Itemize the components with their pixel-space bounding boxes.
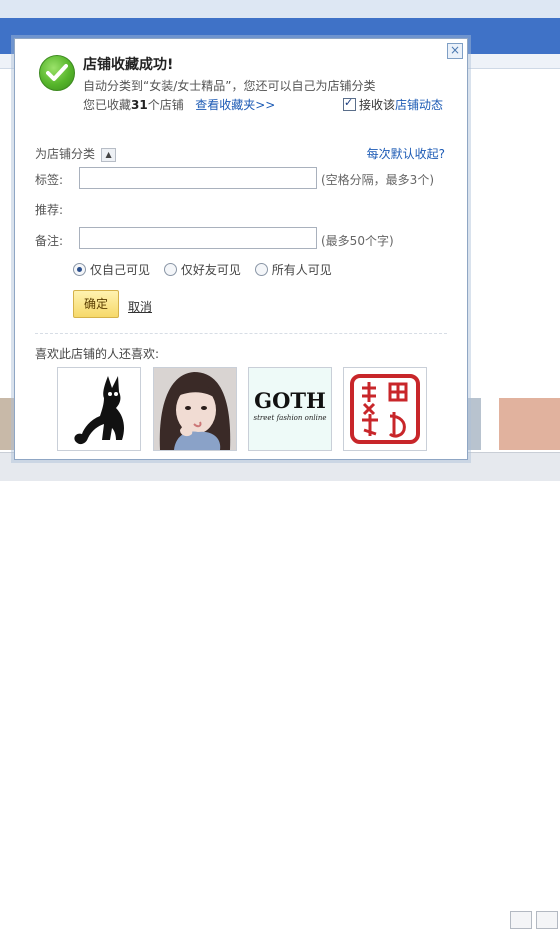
- subscribe-shop-updates[interactable]: 接收该店铺动态: [343, 96, 443, 113]
- note-hint: (最多50个字): [321, 234, 394, 248]
- tag-hint: (空格分隔，最多3个): [321, 173, 434, 187]
- visibility-option-self[interactable]: 仅自己可见: [73, 263, 150, 277]
- cancel-link[interactable]: 取消: [128, 298, 152, 315]
- note-input[interactable]: [79, 227, 317, 249]
- radio-button[interactable]: [254, 263, 268, 276]
- status-bar-button[interactable]: [510, 911, 532, 929]
- recommend-label: 推荐:: [35, 203, 64, 217]
- default-collapse-help-link[interactable]: 每次默认收起?: [367, 145, 445, 162]
- shop-updates-link[interactable]: 店铺动态: [395, 98, 443, 112]
- recommended-shop-2[interactable]: [153, 367, 237, 451]
- category-info-text: 自动分类到“女装/女士精品”，您还可以自己为店铺分类: [83, 79, 376, 93]
- dialog-title: 店铺收藏成功!: [83, 57, 174, 73]
- recommended-shop-1[interactable]: [57, 367, 141, 451]
- visibility-option-friends[interactable]: 仅好友可见: [163, 263, 241, 277]
- success-check-icon: [39, 55, 75, 91]
- visibility-option-everyone[interactable]: 所有人可见: [254, 263, 332, 277]
- subscribe-checkbox[interactable]: [343, 96, 356, 111]
- visibility-radio-group: 仅自己可见 仅好友可见 所有人可见: [73, 261, 342, 278]
- count-prefix: 您已收藏: [83, 98, 132, 112]
- goth-logo-text: GOTH: [254, 388, 326, 413]
- tag-input[interactable]: [79, 167, 317, 189]
- background-product-thumb: [467, 398, 481, 450]
- also-like-heading: 喜欢此店铺的人还喜欢:: [35, 347, 160, 361]
- subscribe-prefix: 接收该: [359, 98, 396, 112]
- confirm-button[interactable]: 确定: [73, 290, 119, 318]
- close-icon[interactable]: ×: [447, 43, 463, 59]
- goth-logo-subtext: street fashion online: [254, 414, 327, 422]
- count-suffix: 个店铺: [147, 98, 184, 112]
- recommended-shop-3[interactable]: GOTH street fashion online: [248, 367, 332, 451]
- category-section-header: 为店铺分类 ▲: [35, 145, 117, 162]
- note-label: 备注:: [35, 234, 64, 248]
- favorite-shop-dialog: × 店铺收藏成功! 自动分类到“女装/女士精品”，您还可以自己为店铺分类 您已收…: [14, 38, 468, 460]
- section-divider: [35, 333, 447, 334]
- girl-photo-icon: [154, 368, 236, 450]
- category-label: 为店铺分类: [35, 147, 96, 161]
- background-top-strip: [0, 0, 560, 18]
- tag-label: 标签:: [35, 173, 64, 187]
- background-product-thumb: [499, 398, 560, 450]
- radio-button[interactable]: [73, 263, 86, 276]
- goth-logo-icon: GOTH street fashion online: [249, 368, 331, 450]
- red-seal-logo-icon: [344, 368, 426, 450]
- radio-label: 所有人可见: [271, 263, 332, 277]
- recommended-shop-4[interactable]: [343, 367, 427, 451]
- radio-label: 仅自己可见: [90, 263, 151, 277]
- collapse-toggle-icon[interactable]: ▲: [101, 148, 117, 162]
- favorites-count-line: 您已收藏31个店铺 查看收藏夹>>: [83, 96, 275, 113]
- status-bar-button[interactable]: [536, 911, 558, 929]
- view-favorites-link[interactable]: 查看收藏夹>>: [195, 98, 275, 112]
- radio-button[interactable]: [163, 263, 177, 276]
- black-cat-logo-icon: [58, 368, 140, 450]
- favorites-count: 31: [131, 98, 148, 112]
- radio-label: 仅好友可见: [180, 263, 241, 277]
